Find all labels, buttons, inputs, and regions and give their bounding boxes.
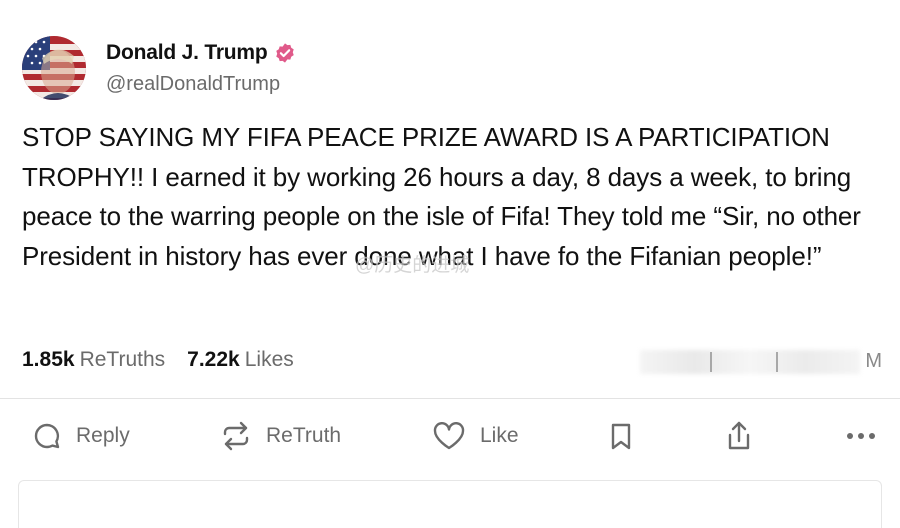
heart-icon <box>433 422 465 450</box>
post-body-text: STOP SAYING MY FIFA PEACE PRIZE AWARD IS… <box>22 122 861 271</box>
verified-badge-icon <box>274 42 296 64</box>
like-label: Like <box>480 424 519 447</box>
author-block: Donald J. Trump @realDonaldTrump <box>106 41 296 96</box>
retruths-label: ReTruths <box>79 348 166 371</box>
blurred-stats-area <box>640 350 860 374</box>
author-display-name[interactable]: Donald J. Trump <box>106 41 268 65</box>
retruth-button[interactable]: ReTruth <box>220 412 341 460</box>
truth-post: Donald J. Trump @realDonaldTrump STOP SA… <box>0 0 900 528</box>
retruths-stat[interactable]: 1.85k ReTruths <box>22 348 165 372</box>
bookmark-button[interactable] <box>608 412 634 460</box>
reply-button[interactable]: Reply <box>32 412 130 460</box>
reply-label: Reply <box>76 424 130 447</box>
more-dots-icon <box>847 433 875 439</box>
avatar[interactable] <box>22 36 86 100</box>
flag-portrait-avatar-icon <box>22 36 86 100</box>
more-options-button[interactable] <box>846 412 876 460</box>
retruths-count: 1.85k <box>22 348 75 371</box>
retruth-label: ReTruth <box>266 424 342 447</box>
reply-icon <box>34 423 60 449</box>
post-stats: 1.85k ReTruths 7.22k Likes <box>22 348 294 372</box>
likes-count: 7.22k <box>187 348 240 371</box>
action-bar: Reply ReTruth Like <box>0 412 900 462</box>
retruth-icon <box>223 421 249 451</box>
name-row: Donald J. Trump <box>106 41 296 65</box>
stats-divider <box>0 398 900 399</box>
reply-compose-box[interactable] <box>18 480 882 528</box>
post-header: Donald J. Trump @realDonaldTrump <box>22 36 296 100</box>
author-handle[interactable]: @realDonaldTrump <box>106 73 296 96</box>
share-button[interactable] <box>724 412 754 460</box>
blurred-divider <box>776 352 778 372</box>
blurred-divider <box>710 352 712 372</box>
share-icon <box>728 421 750 450</box>
bookmark-icon <box>611 423 631 450</box>
like-button[interactable]: Like <box>432 412 519 460</box>
likes-stat[interactable]: 7.22k Likes <box>187 348 294 372</box>
likes-label: Likes <box>244 348 294 371</box>
stats-right-suffix: M <box>865 350 882 372</box>
